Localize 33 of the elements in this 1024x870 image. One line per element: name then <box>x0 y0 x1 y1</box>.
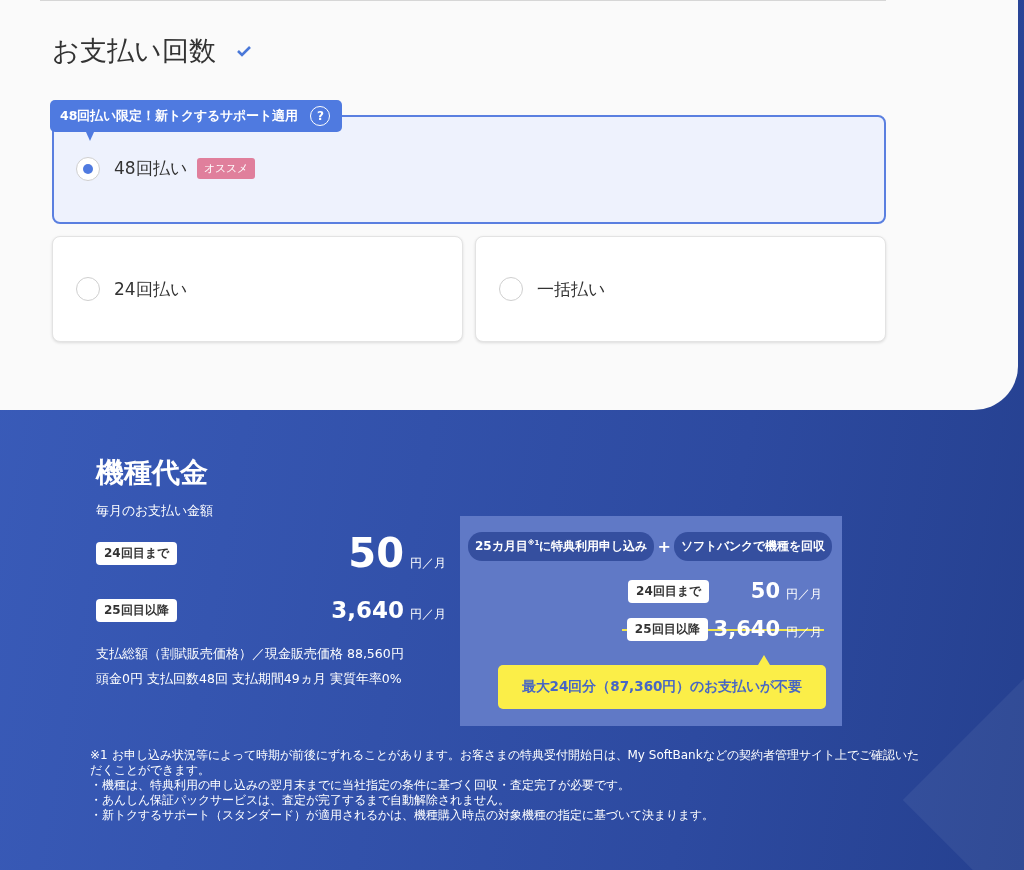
payment-option[interactable]: 一括払い <box>475 236 886 342</box>
option-label: 48回払い <box>114 157 187 180</box>
option-label: 一括払い <box>537 277 605 301</box>
detail-text: 頭金0円 支払回数48回 支払期間49ヵ月 実質年率0% <box>96 671 403 688</box>
radio-button[interactable] <box>76 156 100 181</box>
step-pill: ソフトバンクで機種を回収 <box>673 532 832 561</box>
price-amount: 3,640 <box>331 597 404 623</box>
recommend-badge: オススメ <box>196 158 255 179</box>
radio-button[interactable] <box>76 277 100 301</box>
subtitle: 毎月のお支払い金額 <box>96 502 214 520</box>
option-label: 24回払い <box>114 277 187 301</box>
period-tag: 24回目まで <box>628 579 709 603</box>
period-tag: 25回目以降 <box>626 617 708 641</box>
price-unit: 円／月 <box>786 586 822 603</box>
period-tag: 25回目以降 <box>96 598 177 622</box>
price-unit: 円／月 <box>410 555 446 572</box>
payment-option[interactable]: 24回払い <box>52 236 463 342</box>
note-text: ・機種は、特典利用の申し込みの翌月末までに当社指定の条件に基づく回収・査定完了が必要です。 <box>90 778 631 793</box>
plus-sign: + <box>657 537 671 556</box>
detail-text: 支払総額（割賦販売価格）／現金販売価格 88,560円 <box>96 646 405 663</box>
step-pill: 25カ月目$^{※1}$に特典利用申し込み <box>468 532 655 561</box>
price-amount: 50 <box>750 579 780 603</box>
note-text: ・あんしん保証パックサービスは、査定が完了するまで自動解除されません。 <box>90 793 511 808</box>
section-title: お支払い回数 <box>52 34 216 68</box>
price-amount: 50 <box>348 530 404 576</box>
price-unit: 円／月 <box>410 606 446 623</box>
radio-button[interactable] <box>499 277 523 301</box>
savings-callout: 最大24回分（87,360円）のお支払いが不要 <box>498 665 826 709</box>
checkmark-icon <box>236 45 252 57</box>
period-tag: 24回目まで <box>96 541 177 565</box>
section-heading: 機種代金 <box>96 455 209 491</box>
note-text: ・新トクするサポート（スタンダード）が適用されるかは、機種購入時点の対象機種の指定に基づいて決まります。 <box>90 808 715 823</box>
note-text: ※1 お申し込み状況等によって時期が前後にずれることがあります。お客さまの特典受付開始日は、My SoftBankなどの契約者管理サイト上でご確認いただくことができます。 <box>90 748 920 778</box>
